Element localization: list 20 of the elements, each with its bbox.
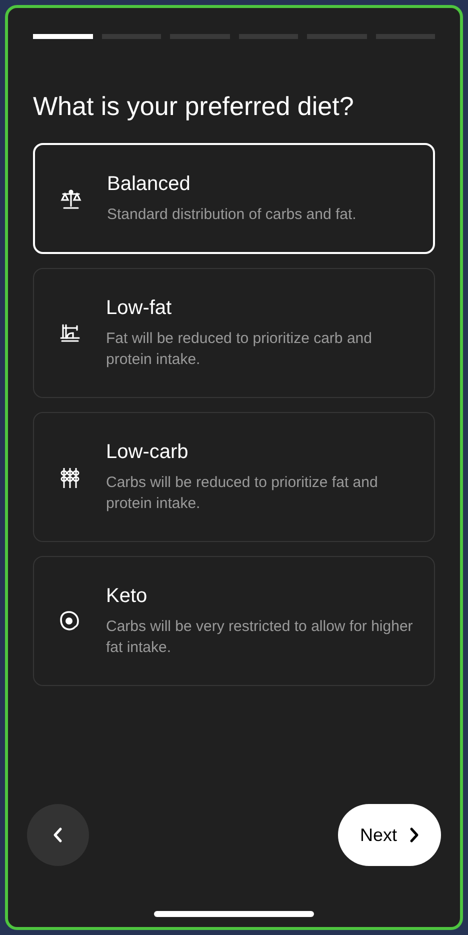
option-title: Low-fat [106, 296, 173, 320]
chevron-right-icon [409, 827, 419, 843]
scale-icon [60, 188, 82, 210]
option-description: Carbs will be reduced to prioritize fat and protein intake. [106, 473, 379, 514]
diet-option-card[interactable]: Keto Carbs will be very restricted to allow for higher fat intake. [33, 556, 435, 686]
egg-icon [59, 610, 81, 632]
diet-option-card[interactable]: Balanced Standard distribution of carbs and fat. [33, 143, 435, 254]
diet-option-card[interactable]: Low-carb Carbs will be reduced to prioritize fat and protein intake. [33, 412, 435, 542]
option-description: Carbs will be very restricted to allow for higher fat intake. [106, 617, 414, 658]
option-title: Keto [106, 584, 148, 608]
option-title: Balanced [107, 172, 192, 196]
stand-icon [59, 322, 81, 344]
diet-option-card[interactable]: Low-fat Fat will be reduced to prioritize carb and protein intake. [33, 268, 435, 398]
option-description: Fat will be reduced to prioritize carb and protein intake. [106, 329, 373, 370]
question-title: What is your preferred diet? [33, 90, 355, 123]
option-title: Low-carb [106, 440, 190, 464]
option-description: Standard distribution of carbs and fat. [107, 205, 356, 225]
chevron-left-icon [53, 827, 63, 843]
skewers-icon [59, 466, 81, 488]
next-button[interactable]: Next [338, 804, 441, 866]
